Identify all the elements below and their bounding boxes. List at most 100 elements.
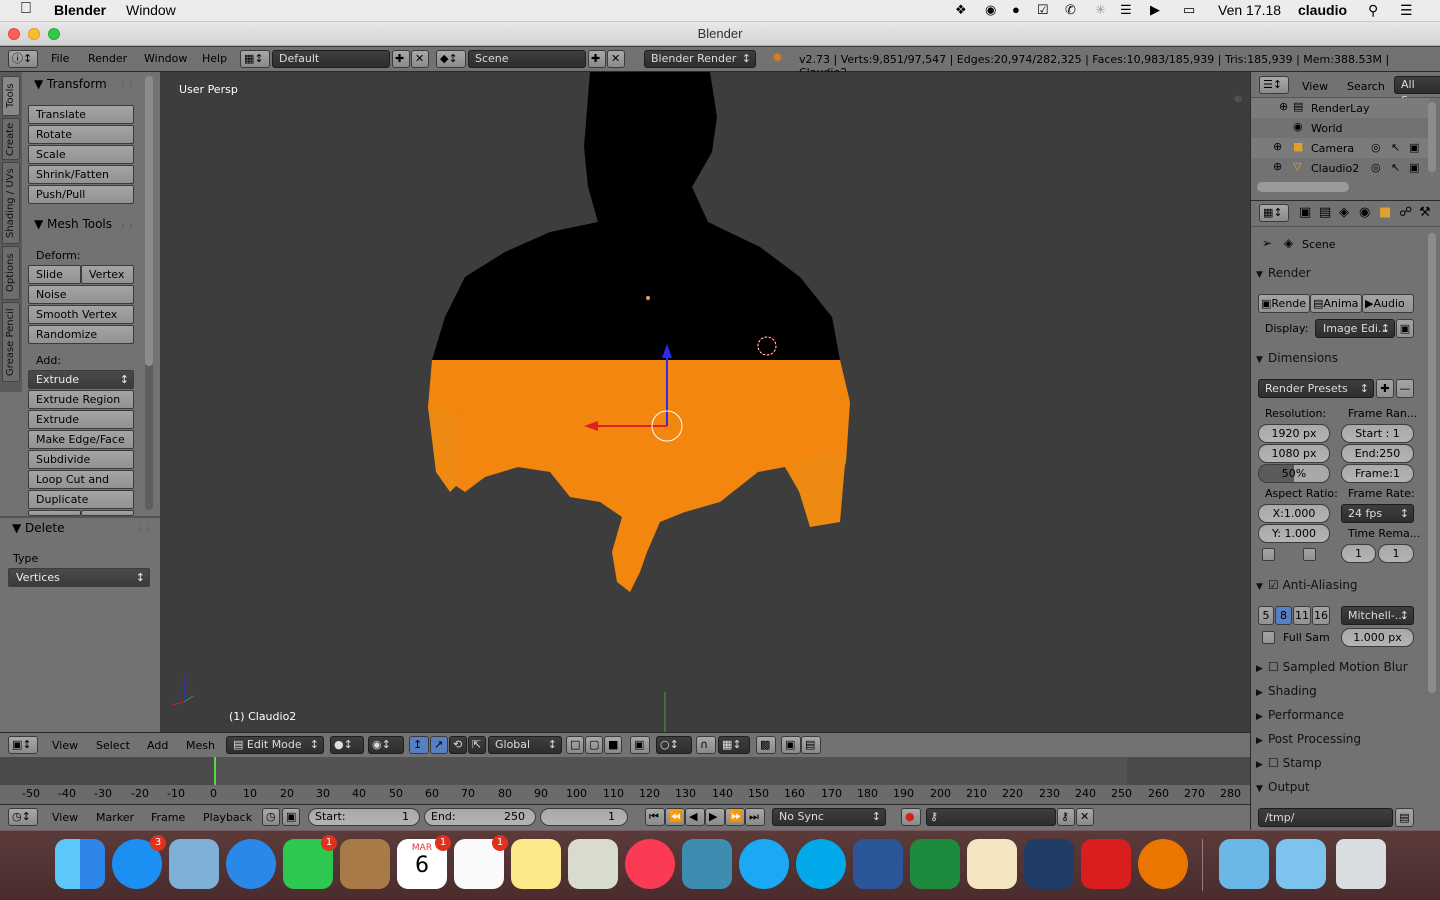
- documents-folder-icon[interactable]: [1276, 839, 1326, 889]
- menu-mesh[interactable]: Mesh: [186, 739, 215, 752]
- spotlight-icon[interactable]: ⚲: [1368, 2, 1378, 19]
- layout-selector-button[interactable]: ▦↕: [240, 50, 270, 68]
- output-section-header[interactable]: ▼ Output: [1256, 777, 1420, 797]
- render-presets-select[interactable]: Render Presets ↕: [1258, 379, 1374, 398]
- frame-step-field[interactable]: Frame:1: [1341, 464, 1414, 483]
- tool-shelf-scrollbar[interactable]: [145, 76, 153, 510]
- render-anim-button[interactable]: ▤: [801, 736, 821, 754]
- rotate-manipulator-button[interactable]: ⟲: [449, 736, 467, 754]
- type-dropdown[interactable]: Vertices ↕: [8, 568, 150, 587]
- bluetooth-icon[interactable]: ✳: [1095, 2, 1106, 18]
- translate-button[interactable]: Translate: [28, 105, 134, 124]
- outliner-row[interactable]: ⊕ ▽ Claudio2 ◎ ↖ ▣: [1251, 158, 1429, 178]
- user-name[interactable]: claudio: [1298, 2, 1347, 18]
- close-window-button[interactable]: [8, 28, 20, 40]
- properties-scrollbar[interactable]: [1428, 233, 1436, 693]
- clock[interactable]: Ven 17.18: [1218, 2, 1281, 18]
- current-frame-indicator[interactable]: [214, 757, 216, 785]
- textedit-icon[interactable]: [967, 839, 1017, 889]
- remove-layout-button[interactable]: ✕: [411, 50, 429, 68]
- menu-search[interactable]: Search: [1347, 80, 1385, 93]
- mode-select[interactable]: ▤ Edit Mode ↕: [226, 736, 324, 754]
- dropbox-icon[interactable]: ❖: [955, 2, 967, 18]
- display-select[interactable]: Image Edi... ↕: [1315, 319, 1395, 338]
- panel-grip-icon[interactable]: ⋮⋮: [136, 524, 152, 533]
- mission-control-icon[interactable]: [1024, 839, 1074, 889]
- frame-end-field[interactable]: End:250: [1341, 444, 1414, 463]
- word-icon[interactable]: [853, 839, 903, 889]
- outliner-row[interactable]: ◉ World: [1251, 118, 1429, 138]
- slide-vertex-button[interactable]: Vertex: [81, 265, 134, 284]
- excel-icon[interactable]: [910, 839, 960, 889]
- menu-window[interactable]: Window: [144, 52, 187, 65]
- notification-icon[interactable]: ☰: [1400, 2, 1413, 19]
- layout-name-field[interactable]: Default: [272, 50, 390, 68]
- menu-view[interactable]: View: [52, 739, 78, 752]
- tab-shading-uvs[interactable]: Shading / UVs: [2, 162, 20, 244]
- end-frame-field[interactable]: End: 250: [424, 808, 536, 826]
- full-sample-checkbox[interactable]: [1262, 631, 1275, 644]
- transform-panel-header[interactable]: ▼ Transform: [34, 77, 107, 91]
- occlude-geometry-button[interactable]: ▣: [630, 736, 650, 754]
- auto-keyframe-button[interactable]: ●: [901, 808, 921, 826]
- preview-range-button[interactable]: ◷: [262, 808, 280, 826]
- app-menu[interactable]: Blender: [54, 2, 106, 18]
- contacts-icon[interactable]: [340, 839, 390, 889]
- iphoto-icon[interactable]: [682, 839, 732, 889]
- safari-icon[interactable]: [226, 839, 276, 889]
- add-preset-button[interactable]: ✚: [1376, 379, 1394, 398]
- resolution-x-field[interactable]: 1920 px: [1258, 424, 1330, 443]
- scale-manipulator-button[interactable]: ⇱: [468, 736, 486, 754]
- resolution-percent-slider[interactable]: 50%: [1258, 464, 1330, 483]
- delete-keyframe-button[interactable]: ✕: [1076, 808, 1094, 826]
- keying-set-field[interactable]: ⚷: [926, 808, 1056, 826]
- layers-button[interactable]: ▩: [756, 736, 776, 754]
- eye-icon[interactable]: ◎: [1371, 161, 1381, 174]
- panel-grip-icon[interactable]: ⋮⋮: [119, 80, 135, 89]
- sync-select[interactable]: No Sync ↕: [772, 808, 886, 826]
- object-tab-icon[interactable]: ■: [1379, 205, 1391, 220]
- render-engine-select[interactable]: Blender Render ↕: [644, 50, 756, 68]
- time-remap-new-field[interactable]: 1: [1378, 544, 1414, 563]
- menu-marker[interactable]: Marker: [96, 811, 134, 824]
- app-store-icon[interactable]: 3: [112, 835, 166, 889]
- jump-start-button[interactable]: ⏮: [645, 808, 665, 826]
- remove-scene-button[interactable]: ✕: [607, 50, 625, 68]
- menu-select[interactable]: Select: [96, 739, 130, 752]
- phone-icon[interactable]: ✆: [1065, 2, 1076, 18]
- render-image-button[interactable]: ▣Rende: [1258, 294, 1310, 313]
- prev-keyframe-button[interactable]: ⏪: [665, 808, 685, 826]
- stamp-checkbox-icon[interactable]: ☐: [1268, 756, 1279, 770]
- render-preview-button[interactable]: ▣: [781, 736, 801, 754]
- aa-checkbox-icon[interactable]: ☑: [1268, 578, 1279, 592]
- crop-checkbox[interactable]: [1303, 548, 1316, 561]
- next-keyframe-button[interactable]: ⏩: [725, 808, 745, 826]
- aspect-x-field[interactable]: X:1.000: [1258, 504, 1330, 523]
- editor-type-button[interactable]: ☰↕: [1259, 76, 1289, 94]
- extrude-dropdown[interactable]: Extrude ↕: [28, 370, 134, 389]
- mail-icon[interactable]: [169, 839, 219, 889]
- outliner-row[interactable]: ⊕ ■ Camera ◎ ↖ ▣: [1251, 138, 1429, 158]
- lock-range-button[interactable]: ▣: [282, 808, 300, 826]
- menu-frame[interactable]: Frame: [151, 811, 185, 824]
- expand-icon[interactable]: ⊕: [1279, 100, 1288, 113]
- mesh-tools-panel-header[interactable]: ▼ Mesh Tools: [34, 217, 112, 231]
- powerpoint-icon[interactable]: [1081, 839, 1131, 889]
- scale-button[interactable]: Scale: [28, 145, 134, 164]
- pivot-select[interactable]: ◉↕: [368, 736, 404, 754]
- border-checkbox[interactable]: [1262, 548, 1275, 561]
- aa-samples-5[interactable]: 5: [1258, 606, 1274, 625]
- scene-name-field[interactable]: Scene: [468, 50, 586, 68]
- render-icon[interactable]: ▣: [1409, 161, 1419, 174]
- play-reverse-button[interactable]: ◀: [685, 808, 705, 826]
- dimensions-section-header[interactable]: ▼ Dimensions: [1256, 348, 1420, 368]
- extrude-region-button[interactable]: Extrude Region: [28, 390, 134, 409]
- edge-select-button[interactable]: ▢: [585, 736, 603, 754]
- vertex-select-button[interactable]: □: [566, 736, 584, 754]
- battery-icon[interactable]: ▭: [1183, 2, 1195, 18]
- remove-preset-button[interactable]: —: [1396, 379, 1414, 398]
- panel-grip-icon[interactable]: ⋮⋮: [119, 220, 135, 229]
- browse-folder-button[interactable]: ▤: [1395, 808, 1414, 827]
- skype-icon[interactable]: [796, 839, 846, 889]
- render-audio-button[interactable]: ▶Audio: [1362, 294, 1414, 313]
